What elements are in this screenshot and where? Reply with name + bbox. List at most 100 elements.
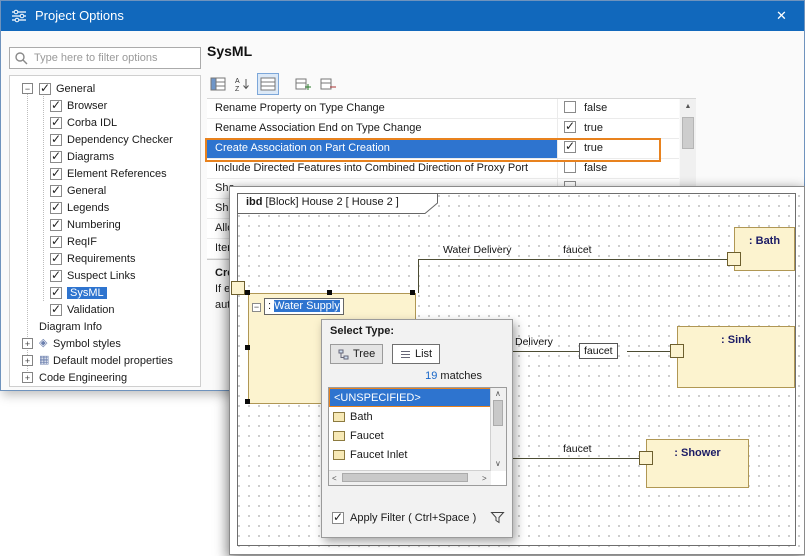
checkbox-checked[interactable] (332, 512, 344, 524)
scrollbar-thumb[interactable] (682, 117, 694, 149)
connector-label-delivery[interactable]: Delivery (515, 336, 553, 348)
tree-item-suspect-links[interactable]: Suspect Links (10, 267, 200, 284)
checkbox-checked[interactable] (50, 253, 62, 265)
checkbox-checked[interactable] (39, 83, 51, 95)
checkbox-checked[interactable] (50, 100, 62, 112)
tree-item-diagram-info[interactable]: Diagram Info (10, 318, 200, 335)
tree-item-validation[interactable]: Validation (10, 301, 200, 318)
part-shower[interactable]: : Shower (646, 439, 749, 488)
list-horizontal-scrollbar[interactable]: < > (329, 470, 491, 485)
tab-list[interactable]: List (392, 344, 440, 364)
collapse-all-button[interactable] (317, 73, 339, 95)
port-faucet-shower[interactable] (639, 451, 653, 465)
checkbox-checked[interactable] (50, 236, 62, 248)
property-row[interactable]: Rename Property on Type Change false (207, 99, 679, 119)
port-label-faucet[interactable]: faucet (563, 443, 592, 455)
checkbox-checked[interactable] (50, 168, 62, 180)
checkbox-checked[interactable] (564, 141, 576, 153)
scroll-up-button[interactable]: ∧ (495, 389, 501, 398)
tree-item-legends[interactable]: Legends (10, 199, 200, 216)
expand-icon[interactable] (22, 372, 33, 383)
resize-handle[interactable] (410, 290, 415, 295)
frame-port[interactable] (231, 281, 245, 295)
tree-item-default-model-properties[interactable]: ▦ Default model properties (10, 352, 200, 369)
tree-item-corba-idl[interactable]: Corba IDL (10, 114, 200, 131)
port-faucet-bath[interactable] (727, 252, 741, 266)
checkbox-checked[interactable] (50, 287, 62, 299)
tree-item-symbol-styles[interactable]: ◈ Symbol styles (10, 335, 200, 352)
connector-bath-vertical[interactable] (418, 259, 419, 293)
port-faucet-sink[interactable] (670, 344, 684, 358)
filter-box (9, 47, 201, 69)
resize-handle[interactable] (245, 290, 250, 295)
checkbox-checked[interactable] (50, 185, 62, 197)
connector-bath[interactable] (418, 259, 727, 260)
part-sink[interactable]: : Sink (677, 326, 795, 388)
scrollbar-thumb[interactable] (493, 400, 503, 426)
list-item-bath[interactable]: Bath (329, 407, 491, 426)
tree-item-sysml[interactable]: SysML (10, 284, 200, 301)
part-bath[interactable]: : Bath (734, 227, 795, 271)
resize-handle[interactable] (327, 290, 332, 295)
property-row[interactable]: Rename Association End on Type Change tr… (207, 119, 679, 139)
value-cell[interactable]: false (557, 159, 679, 178)
checkbox-checked[interactable] (50, 134, 62, 146)
checkbox-checked[interactable] (50, 219, 62, 231)
property-row-selected[interactable]: Create Association on Part Creation true (207, 139, 679, 159)
tree-item-numbering[interactable]: Numbering (10, 216, 200, 233)
list-item-faucet[interactable]: Faucet (329, 426, 491, 445)
checkbox-checked[interactable] (564, 121, 576, 133)
tab-tree[interactable]: Tree (330, 344, 383, 364)
expand-icon[interactable] (22, 338, 33, 349)
collapse-icon[interactable] (22, 83, 33, 94)
port-label-faucet[interactable]: faucet (563, 244, 592, 256)
scrollbar-thumb[interactable] (342, 473, 468, 482)
scroll-down-button[interactable]: ∨ (495, 459, 501, 468)
expand-icon[interactable] (22, 355, 33, 366)
checkbox-checked[interactable] (50, 270, 62, 282)
connector-sink[interactable] (506, 351, 579, 352)
checkbox-checked[interactable] (50, 304, 62, 316)
close-button[interactable]: ✕ (759, 1, 804, 31)
value-cell[interactable]: true (557, 139, 679, 158)
tree-item-browser[interactable]: Browser (10, 97, 200, 114)
search-icon (14, 51, 28, 65)
value-cell[interactable]: false (557, 99, 679, 118)
tree-item-reqif[interactable]: ReqIF (10, 233, 200, 250)
checkbox-unchecked[interactable] (564, 101, 576, 113)
checkbox-checked[interactable] (50, 151, 62, 163)
sort-alphabetically-button[interactable]: AZ (232, 73, 254, 95)
tree-item-dependency-checker[interactable]: Dependency Checker (10, 131, 200, 148)
tree-item-diagrams[interactable]: Diagrams (10, 148, 200, 165)
tree-item-general-root[interactable]: General (10, 80, 200, 97)
categorized-view-button[interactable] (207, 73, 229, 95)
list-vertical-scrollbar[interactable]: ∧ ∨ (490, 388, 506, 471)
tree-item-element-references[interactable]: Element References (10, 165, 200, 182)
scroll-left-button[interactable]: < (332, 474, 337, 483)
property-row[interactable]: Include Directed Features into Combined … (207, 159, 679, 179)
port-label-faucet[interactable]: faucet (579, 343, 618, 359)
filter-funnel-icon[interactable] (490, 510, 505, 525)
expand-all-button[interactable] (292, 73, 314, 95)
value-cell[interactable]: true (557, 119, 679, 138)
connector-shower[interactable] (506, 458, 639, 459)
filter-input[interactable] (9, 47, 201, 69)
tree-item-requirements[interactable]: Requirements (10, 250, 200, 267)
checkbox-unchecked[interactable] (564, 161, 576, 173)
list-item-unspecified[interactable]: <UNSPECIFIED> (329, 388, 491, 407)
tree-item-general[interactable]: General (10, 182, 200, 199)
part-name-editor[interactable]: : Water Supply (264, 298, 344, 315)
compact-view-button[interactable] (257, 73, 279, 95)
checkbox-checked[interactable] (50, 202, 62, 214)
collapse-compartment-icon[interactable]: − (252, 303, 261, 312)
checkbox-checked[interactable] (50, 117, 62, 129)
block-icon (333, 431, 345, 441)
connector-label-water-delivery[interactable]: Water Delivery (443, 244, 511, 256)
resize-handle[interactable] (245, 345, 250, 350)
scroll-up-button[interactable]: ▲ (680, 99, 696, 115)
connector-sink[interactable] (627, 351, 670, 352)
list-item-faucet-inlet[interactable]: Faucet Inlet (329, 445, 491, 464)
scroll-right-button[interactable]: > (482, 474, 487, 483)
resize-handle[interactable] (245, 399, 250, 404)
tree-item-code-engineering[interactable]: Code Engineering (10, 369, 200, 386)
